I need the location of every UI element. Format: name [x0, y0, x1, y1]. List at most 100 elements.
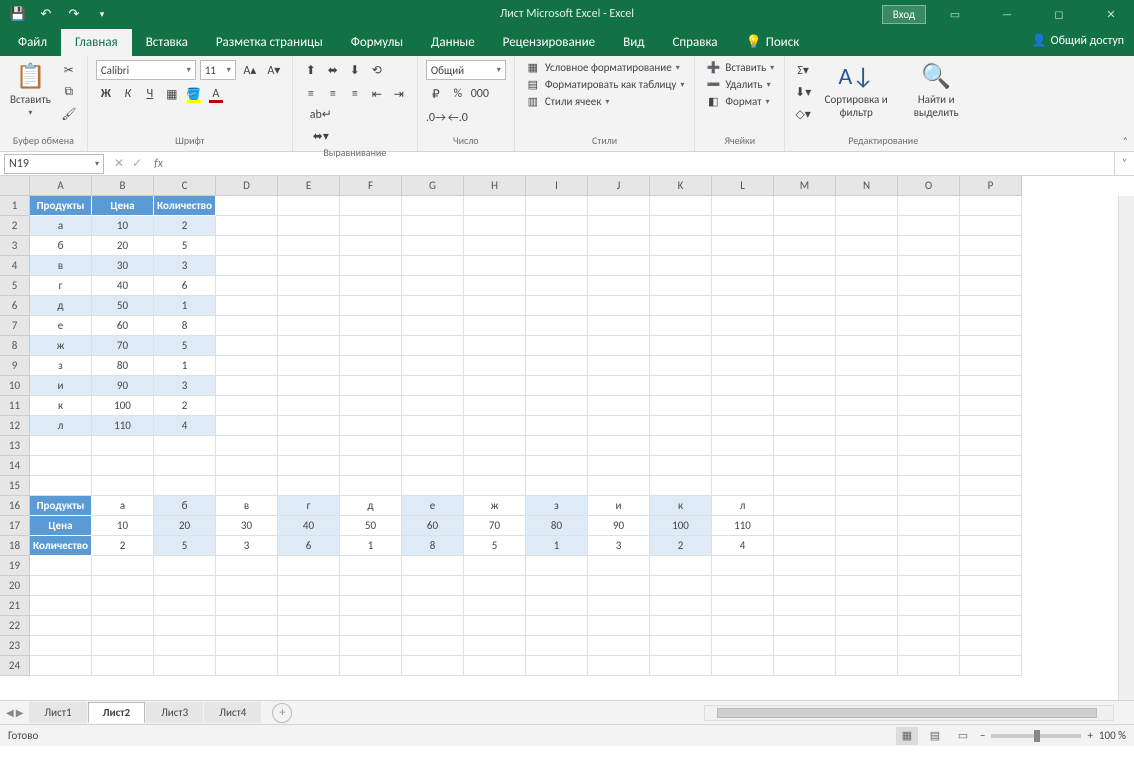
column-header[interactable]: H	[464, 176, 526, 196]
cell[interactable]: 5	[154, 236, 216, 256]
cell[interactable]	[92, 636, 154, 656]
cell[interactable]: ж	[30, 336, 92, 356]
cell[interactable]	[588, 616, 650, 636]
cell[interactable]	[650, 276, 712, 296]
cell[interactable]	[402, 436, 464, 456]
cell[interactable]: 2	[154, 216, 216, 236]
row-header[interactable]: 1	[0, 196, 30, 216]
cell[interactable]	[960, 396, 1022, 416]
cell[interactable]	[278, 436, 340, 456]
cell[interactable]: 5	[154, 336, 216, 356]
cell[interactable]	[588, 316, 650, 336]
cell[interactable]	[712, 416, 774, 436]
normal-view-icon[interactable]: ▦	[896, 727, 918, 745]
horizontal-scrollbar[interactable]	[704, 705, 1114, 721]
cell[interactable]	[898, 336, 960, 356]
cell[interactable]	[464, 396, 526, 416]
zoom-out-icon[interactable]: −	[980, 729, 985, 742]
row-header[interactable]: 18	[0, 536, 30, 556]
cell[interactable]: л	[30, 416, 92, 436]
align-bottom-icon[interactable]: ⬇	[345, 60, 365, 80]
cell[interactable]	[898, 416, 960, 436]
row-header[interactable]: 8	[0, 336, 30, 356]
cell[interactable]	[836, 516, 898, 536]
column-header[interactable]: F	[340, 176, 402, 196]
cell[interactable]	[836, 636, 898, 656]
cell[interactable]: 3	[154, 256, 216, 276]
cell[interactable]	[92, 576, 154, 596]
cell[interactable]	[278, 216, 340, 236]
cell[interactable]	[526, 256, 588, 276]
cell[interactable]: з	[30, 356, 92, 376]
cell[interactable]	[712, 456, 774, 476]
cell[interactable]	[836, 556, 898, 576]
cell[interactable]	[402, 656, 464, 676]
cell[interactable]	[154, 436, 216, 456]
cell[interactable]	[154, 456, 216, 476]
cell[interactable]	[278, 596, 340, 616]
cell[interactable]	[340, 616, 402, 636]
cell[interactable]	[464, 576, 526, 596]
cell[interactable]	[340, 236, 402, 256]
cell[interactable]	[464, 476, 526, 496]
cell[interactable]	[340, 376, 402, 396]
cell[interactable]	[464, 656, 526, 676]
cell[interactable]	[216, 416, 278, 436]
cell[interactable]	[526, 336, 588, 356]
tab-search[interactable]: 💡Поиск	[732, 29, 814, 56]
cell[interactable]	[960, 356, 1022, 376]
cell[interactable]	[712, 576, 774, 596]
cell[interactable]	[464, 236, 526, 256]
cell[interactable]	[216, 596, 278, 616]
align-middle-icon[interactable]: ⬌	[323, 60, 343, 80]
cell[interactable]: з	[526, 496, 588, 516]
cell[interactable]: 1	[340, 536, 402, 556]
cell[interactable]	[402, 256, 464, 276]
cell[interactable]	[216, 576, 278, 596]
cell[interactable]: Количество	[154, 196, 216, 216]
cell[interactable]	[588, 336, 650, 356]
cell[interactable]	[464, 276, 526, 296]
cell[interactable]	[898, 256, 960, 276]
cell[interactable]	[836, 596, 898, 616]
cell[interactable]	[216, 296, 278, 316]
cell[interactable]	[836, 416, 898, 436]
bold-button[interactable]: Ж	[96, 84, 116, 104]
cell[interactable]	[650, 216, 712, 236]
cell[interactable]	[898, 636, 960, 656]
cell[interactable]: Продукты	[30, 496, 92, 516]
cell[interactable]: 70	[92, 336, 154, 356]
cell[interactable]	[774, 616, 836, 636]
cell[interactable]	[836, 456, 898, 476]
cell[interactable]	[588, 576, 650, 596]
cell[interactable]	[526, 656, 588, 676]
cell[interactable]: 5	[154, 536, 216, 556]
cell[interactable]	[650, 396, 712, 416]
cell[interactable]: 100	[92, 396, 154, 416]
page-break-view-icon[interactable]: ▭	[952, 727, 974, 745]
cell[interactable]	[836, 216, 898, 236]
cell[interactable]	[774, 576, 836, 596]
redo-icon[interactable]: ↷	[62, 3, 86, 25]
cell[interactable]	[216, 396, 278, 416]
cell[interactable]	[960, 656, 1022, 676]
cell[interactable]	[650, 556, 712, 576]
cell[interactable]	[92, 656, 154, 676]
cell[interactable]	[278, 316, 340, 336]
cell[interactable]	[650, 596, 712, 616]
page-layout-view-icon[interactable]: ▤	[924, 727, 946, 745]
cell[interactable]	[216, 216, 278, 236]
find-select-button[interactable]: 🔍Найти и выделить	[899, 60, 973, 121]
cell[interactable]	[30, 656, 92, 676]
cell[interactable]	[464, 296, 526, 316]
cell[interactable]	[278, 376, 340, 396]
row-header[interactable]: 15	[0, 476, 30, 496]
cell[interactable]	[898, 656, 960, 676]
cell[interactable]	[464, 256, 526, 276]
column-header[interactable]: N	[836, 176, 898, 196]
cell[interactable]	[402, 396, 464, 416]
cell[interactable]	[836, 436, 898, 456]
cell[interactable]	[836, 396, 898, 416]
cell[interactable]	[960, 336, 1022, 356]
cell[interactable]	[898, 316, 960, 336]
